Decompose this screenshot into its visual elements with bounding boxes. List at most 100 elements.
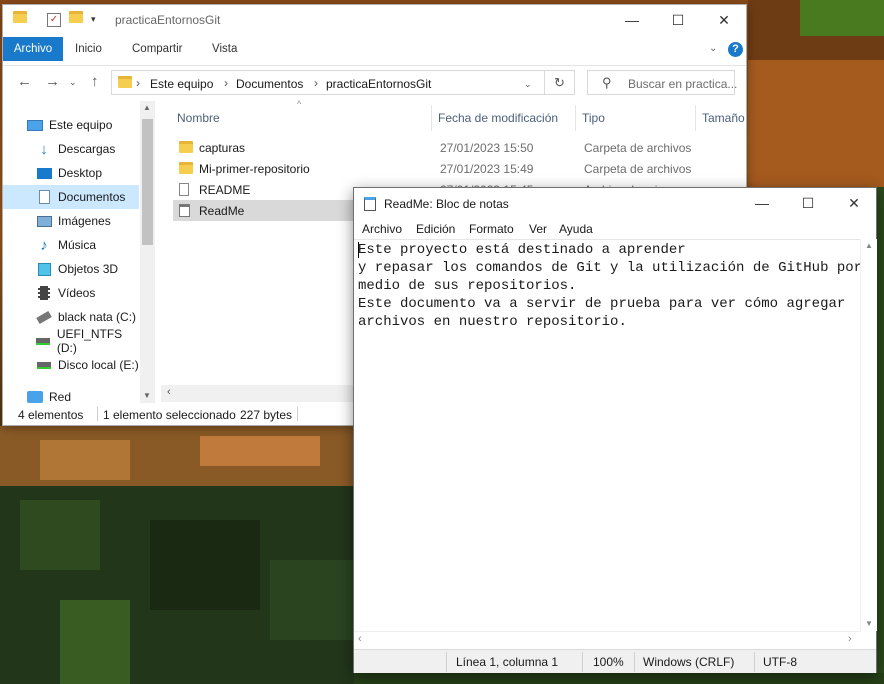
properties-icon[interactable]: ✓	[47, 13, 61, 27]
back-button[interactable]: ←	[17, 73, 32, 90]
scroll-up-icon[interactable]: ▲	[143, 103, 151, 112]
nav-item-objetos-3d[interactable]: Objetos 3D	[3, 257, 139, 281]
wallpaper-block	[748, 60, 884, 187]
file-list-hscrollbar[interactable]: ‹	[161, 385, 357, 402]
notepad-icon	[364, 197, 376, 211]
refresh-icon[interactable]: ↻	[544, 71, 574, 94]
nav-label: Música	[58, 238, 97, 252]
minimize-button[interactable]: —	[739, 188, 785, 218]
wallpaper-block	[354, 673, 884, 684]
expand-ribbon-icon[interactable]: ⌄	[709, 37, 717, 61]
tab-archivo[interactable]: Archivo	[3, 37, 63, 61]
tab-vista[interactable]: Vista	[212, 37, 237, 61]
column-divider[interactable]	[695, 105, 696, 131]
column-header-date[interactable]: Fecha de modificación	[438, 111, 558, 125]
nav-label: Objetos 3D	[58, 262, 119, 276]
scroll-left-icon[interactable]: ‹	[358, 633, 362, 645]
wallpaper-block	[800, 0, 884, 36]
nav-item-imagenes[interactable]: Imágenes	[3, 209, 139, 233]
scroll-left-icon[interactable]: ‹	[167, 386, 171, 398]
maximize-button[interactable]: ☐	[655, 5, 701, 35]
nav-label: Imágenes	[58, 214, 111, 228]
nav-label: Red	[49, 390, 72, 404]
notepad-titlebar[interactable]: ReadMe: Bloc de notas — ☐ ✕	[354, 188, 876, 219]
chevron-down-icon[interactable]: ⌄	[524, 79, 532, 90]
status-divider	[97, 407, 98, 421]
scroll-right-icon[interactable]: ›	[848, 633, 852, 645]
minimize-button[interactable]: —	[609, 5, 655, 35]
breadcrumb-documentos[interactable]: Documentos	[236, 77, 303, 91]
nav-item-musica[interactable]: ♪ Música	[3, 233, 139, 257]
drive-icon	[36, 334, 51, 348]
selection-size: 227 bytes	[240, 408, 293, 422]
tab-compartir[interactable]: Compartir	[132, 37, 182, 61]
file-row[interactable]: Mi-primer-repositorio 27/01/2023 15:49 C…	[173, 158, 753, 179]
breadcrumb-current-folder[interactable]: practicaEntornosGit	[326, 77, 431, 91]
editor-hscrollbar[interactable]: ‹ ›	[354, 631, 860, 648]
nav-label: black nata (C:)	[58, 310, 137, 324]
nav-item-este-equipo[interactable]: Este equipo	[3, 113, 139, 137]
column-divider[interactable]	[431, 105, 432, 131]
menu-ver[interactable]: Ver	[529, 222, 547, 236]
up-button[interactable]: ↑	[91, 73, 99, 90]
column-header-size[interactable]: Tamaño	[702, 111, 745, 125]
maximize-button[interactable]: ☐	[785, 188, 831, 218]
file-icon	[179, 183, 189, 196]
selection-status: 1 elemento seleccionado	[103, 408, 236, 422]
text-editor[interactable]: Este proyecto está destinado a aprender …	[354, 239, 862, 631]
file-name: README	[199, 183, 251, 197]
editor-vscrollbar[interactable]: ▲ ▼	[860, 239, 877, 631]
scroll-down-icon[interactable]: ▼	[143, 391, 151, 400]
encoding: UTF-8	[763, 655, 797, 669]
nav-item-drive-e[interactable]: Disco local (E:)	[3, 353, 139, 377]
status-divider	[582, 652, 583, 672]
zoom-level: 100%	[593, 655, 624, 669]
breadcrumb-este-equipo[interactable]: Este equipo	[150, 77, 213, 91]
menu-ayuda[interactable]: Ayuda	[559, 222, 593, 236]
scroll-up-icon[interactable]: ▲	[865, 241, 873, 250]
file-name: capturas	[199, 141, 246, 155]
line-ending: Windows (CRLF)	[643, 655, 735, 669]
search-placeholder: Buscar en practica...	[628, 77, 738, 91]
nav-scrollbar[interactable]: ▲ ▼	[140, 101, 155, 403]
menu-archivo[interactable]: Archivo	[362, 222, 402, 236]
file-row[interactable]: capturas 27/01/2023 15:50 Carpeta de arc…	[173, 137, 753, 158]
close-button[interactable]: ✕	[701, 5, 747, 35]
nav-item-drive-c[interactable]: black nata (C:)	[3, 305, 139, 329]
menu-formato[interactable]: Formato	[469, 222, 514, 236]
wallpaper-block	[20, 500, 100, 570]
tab-inicio[interactable]: Inicio	[75, 37, 102, 61]
scrollbar-thumb[interactable]	[142, 119, 153, 245]
recent-locations-icon[interactable]: ⌄	[69, 77, 77, 88]
menu-edicion[interactable]: Edición	[416, 222, 455, 236]
nav-item-descargas[interactable]: ↓ Descargas	[3, 137, 139, 161]
explorer-titlebar[interactable]: ✓ ▾ practicaEntornosGit — ☐ ✕	[3, 5, 746, 35]
help-icon[interactable]: ?	[728, 42, 743, 57]
nav-item-videos[interactable]: Vídeos	[3, 281, 139, 305]
computer-icon	[27, 118, 43, 132]
nav-item-desktop[interactable]: Desktop	[3, 161, 139, 185]
nav-item-documentos[interactable]: Documentos	[3, 185, 139, 209]
column-divider[interactable]	[575, 105, 576, 131]
close-button[interactable]: ✕	[831, 188, 877, 218]
column-header-name[interactable]: Nombre	[177, 111, 220, 125]
address-bar: ← → ⌄ ↑ › Este equipo › Documentos › pra…	[3, 65, 746, 97]
forward-button[interactable]: →	[45, 73, 60, 90]
status-divider	[754, 652, 755, 672]
wallpaper-block	[150, 520, 260, 610]
text-line: archivos en nuestro repositorio.	[358, 314, 627, 330]
customize-toolbar-icon[interactable]: ▾	[91, 14, 96, 32]
menu-bar: Archivo Edición Formato Ver Ayuda	[354, 219, 876, 239]
search-input[interactable]: ⚲ Buscar en practica...	[587, 70, 738, 95]
notepad-window[interactable]: ReadMe: Bloc de notas — ☐ ✕ Archivo Edic…	[353, 187, 877, 673]
nav-label: UEFI_NTFS (D:)	[56, 327, 123, 355]
address-field[interactable]: › Este equipo › Documentos › practicaEnt…	[111, 70, 575, 95]
status-divider	[446, 652, 447, 672]
chevron-right-icon: ›	[314, 76, 318, 90]
nav-item-drive-d[interactable]: UEFI_NTFS (D:)	[3, 327, 139, 355]
new-folder-icon[interactable]	[69, 11, 83, 29]
scroll-down-icon[interactable]: ▼	[865, 619, 873, 628]
column-header-type[interactable]: Tipo	[582, 111, 605, 125]
nav-label: Este equipo	[49, 118, 113, 132]
file-type: Carpeta de archivos	[584, 141, 692, 155]
